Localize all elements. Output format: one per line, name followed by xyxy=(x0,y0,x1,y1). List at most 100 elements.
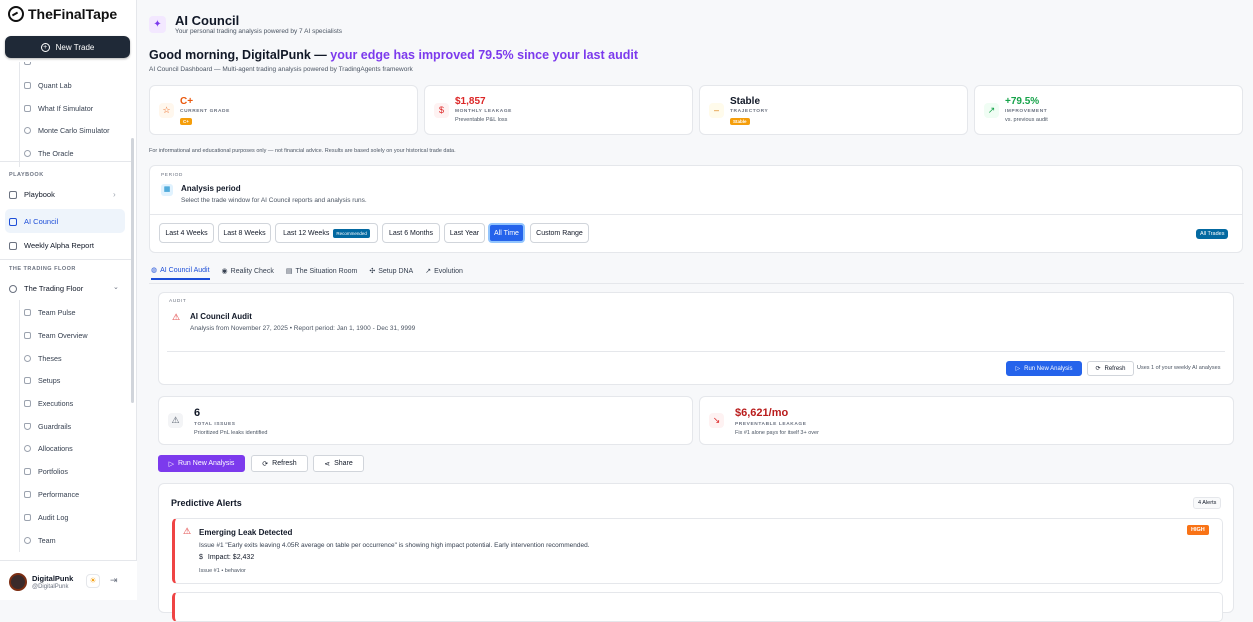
period-all-time[interactable]: All Time xyxy=(488,223,525,243)
refresh-button[interactable]: ⟳ Refresh xyxy=(251,455,308,472)
kpi-leakage: $ $1,857 MONTHLY LEAKAGE Preventable P&L… xyxy=(424,85,693,135)
period-last-12-weeks[interactable]: Last 12 Weeks Recommended xyxy=(275,223,378,243)
sidebar-item-portfolios[interactable]: Portfolios xyxy=(24,467,68,476)
run-new-analysis-button[interactable]: ▷ Run New Analysis xyxy=(158,455,245,472)
sidebar-item-team[interactable]: Team xyxy=(24,536,56,545)
tab-ai-council-audit[interactable]: ◍ AI Council Audit xyxy=(151,266,210,280)
sidebar-item-monte-carlo[interactable]: Monte Carlo Simulator xyxy=(24,126,110,135)
tree-line xyxy=(19,300,20,552)
dollar-icon: $ xyxy=(199,554,203,561)
book-icon xyxy=(9,190,17,199)
eye-icon: ◉ xyxy=(221,268,228,275)
trajectory-badge: Stable xyxy=(730,118,750,125)
sidebar-item-executions[interactable]: Executions xyxy=(24,399,73,408)
user-panel: DigitalPunk @DigitalPunk ☀ ⇥ xyxy=(0,560,137,600)
period-last-year[interactable]: Last Year xyxy=(444,223,485,243)
warning-icon: ⚠ xyxy=(168,413,183,428)
alert-item[interactable]: ⚠ Emerging Leak Detected Issue #1 "Early… xyxy=(172,518,1223,584)
user-name: DigitalPunk xyxy=(32,574,74,583)
share-button[interactable]: ⋖ Share xyxy=(313,455,364,472)
sparkle-icon: ✦ xyxy=(149,16,166,33)
users-icon xyxy=(24,537,31,544)
share-icon: ⋖ xyxy=(324,460,331,468)
refresh-button[interactable]: ⟳ Refresh xyxy=(1087,361,1134,376)
sidebar-item-team-pulse[interactable]: Team Pulse xyxy=(24,308,76,317)
new-trade-button[interactable]: + New Trade xyxy=(5,36,130,58)
tab-evolution[interactable]: ↗ Evolution xyxy=(425,266,463,280)
dollar-icon: $ xyxy=(434,103,449,118)
theme-toggle-sun-icon[interactable]: ☀ xyxy=(86,574,100,588)
logo-icon xyxy=(8,6,24,22)
tab-setup-dna[interactable]: ✣ Setup DNA xyxy=(369,266,413,280)
trend-up-icon: ↗ xyxy=(984,103,999,118)
kpi-grade: ☆ C+ CURRENT GRADE C+ xyxy=(149,85,418,135)
sidebar-item-allocations[interactable]: Allocations xyxy=(24,444,73,453)
dna-icon: ✣ xyxy=(369,268,376,275)
layers-icon xyxy=(24,377,31,384)
chevron-right-icon[interactable]: › xyxy=(113,190,116,199)
chevron-down-icon[interactable]: ⌄ xyxy=(113,283,119,291)
sidebar-item-ai-council[interactable]: AI Council xyxy=(9,217,58,226)
section-playbook: PLAYBOOK xyxy=(9,172,44,178)
sidebar: TheFinalTape + New Trade Quant Lab What I… xyxy=(0,0,137,600)
sidebar-item-what-if[interactable]: What If Simulator xyxy=(24,104,93,113)
team-icon xyxy=(9,284,17,293)
divider xyxy=(150,214,1242,215)
page-subtitle: Your personal trading analysis powered b… xyxy=(175,28,343,35)
user-handle: @DigitalPunk xyxy=(32,584,69,590)
usage-note: Uses 1 of your weekly AI analyses xyxy=(1137,365,1221,371)
tab-situation-room[interactable]: ▤ The Situation Room xyxy=(286,266,358,280)
total-issues-card: ⚠ 6 TOTAL ISSUES Prioritized PnL leaks i… xyxy=(158,396,693,445)
section-trading-floor: THE TRADING FLOOR xyxy=(9,266,76,272)
question-icon xyxy=(24,105,31,112)
pulse-icon xyxy=(24,309,31,316)
tab-bar: ◍ AI Council Audit ◉ Reality Check ▤ The Si… xyxy=(151,266,463,280)
refresh-icon: ⟳ xyxy=(262,460,269,468)
sidebar-item-quant-lab[interactable]: Quant Lab xyxy=(24,81,72,90)
sidebar-item-theses[interactable]: Theses xyxy=(24,354,62,363)
minus-icon: – xyxy=(709,103,724,118)
sidebar-item-team-overview[interactable]: Team Overview xyxy=(24,331,88,340)
sidebar-item-setups[interactable]: Setups xyxy=(24,376,60,385)
tab-reality-check[interactable]: ◉ Reality Check xyxy=(222,266,274,280)
divider xyxy=(0,259,131,260)
document-icon xyxy=(24,514,31,521)
predictive-alerts-card: Predictive Alerts 4 Alerts ⚠ Emerging Le… xyxy=(158,483,1234,622)
sidebar-item-audit-log[interactable]: Audit Log xyxy=(24,513,68,522)
period-last-4-weeks[interactable]: Last 4 Weeks xyxy=(159,223,214,243)
sidebar-item-performance[interactable]: Performance xyxy=(24,490,79,499)
briefcase-icon xyxy=(24,468,31,475)
recommended-badge: Recommended xyxy=(333,228,370,238)
period-last-6-months[interactable]: Last 6 Months xyxy=(382,223,440,243)
trend-up-icon: ↗ xyxy=(425,268,432,275)
sidebar-item-playbook[interactable]: Playbook xyxy=(9,190,55,199)
sidebar-item-guardrails[interactable]: Guardrails xyxy=(24,422,71,431)
period-custom-range[interactable]: Custom Range xyxy=(530,223,589,243)
kpi-trajectory: – Stable TRAJECTORY Stable xyxy=(699,85,968,135)
bar-chart-icon xyxy=(24,491,31,498)
main-content: ✦ AI Council Your personal trading analy… xyxy=(137,0,1253,622)
sidebar-item-weekly-alpha[interactable]: Weekly Alpha Report xyxy=(9,241,94,250)
sidebar-scrollbar[interactable] xyxy=(131,138,134,403)
play-icon: ▷ xyxy=(1015,366,1021,372)
grid-icon xyxy=(24,332,31,339)
trend-down-icon: ↘ xyxy=(709,413,724,428)
tree-line xyxy=(19,62,20,167)
calendar-icon xyxy=(9,241,17,250)
play-icon xyxy=(24,400,31,407)
alert-item[interactable] xyxy=(172,592,1223,622)
sparkle-icon xyxy=(9,217,17,226)
impact: $ Impact: $2,432 xyxy=(199,554,255,561)
plus-icon: + xyxy=(40,42,50,52)
brand-logo[interactable]: TheFinalTape xyxy=(8,6,117,22)
avatar[interactable] xyxy=(9,573,27,591)
run-new-analysis-button[interactable]: ▷ Run New Analysis xyxy=(1006,361,1082,376)
period-last-8-weeks[interactable]: Last 8 Weeks xyxy=(218,223,271,243)
sidebar-item-oracle[interactable]: The Oracle xyxy=(24,149,74,158)
logout-icon[interactable]: ⇥ xyxy=(110,575,118,586)
sidebar-item-partial[interactable] xyxy=(24,62,31,65)
sidebar-item-trading-floor[interactable]: The Trading Floor xyxy=(9,284,83,293)
lightbulb-icon xyxy=(24,355,31,362)
preventable-leakage-card: ↘ $6,621/mo PREVENTABLE LEAKAGE Fix #1 a… xyxy=(699,396,1234,445)
shield-icon xyxy=(24,423,31,430)
